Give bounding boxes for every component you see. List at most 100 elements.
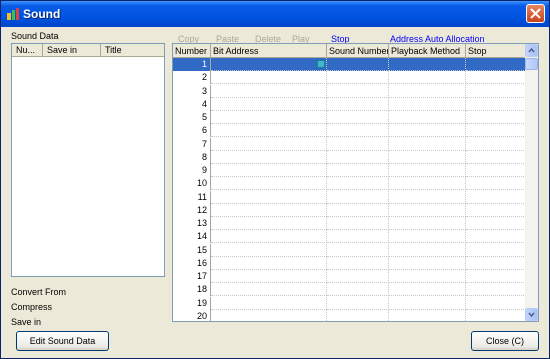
address-picker-icon[interactable] xyxy=(317,60,325,68)
sound-number-cell[interactable] xyxy=(327,309,389,321)
playback-method-cell[interactable] xyxy=(389,124,466,138)
grid-col-bit-address[interactable]: Bit Address xyxy=(211,44,327,58)
playback-method-cell[interactable] xyxy=(389,256,466,270)
sound-number-cell[interactable] xyxy=(327,256,389,270)
sound-number-cell[interactable] xyxy=(327,190,389,204)
table-row[interactable]: 19 xyxy=(173,296,525,310)
playback-method-cell[interactable] xyxy=(389,111,466,124)
stop-cell[interactable] xyxy=(466,138,525,151)
sound-number-cell[interactable] xyxy=(327,230,389,244)
table-row[interactable]: 20 xyxy=(173,309,525,321)
stop-cell[interactable] xyxy=(466,204,525,217)
grid-col-number[interactable]: Number xyxy=(173,44,211,58)
bit-address-cell[interactable] xyxy=(211,97,327,111)
bit-address-cell[interactable] xyxy=(211,243,327,257)
table-row[interactable]: 8 xyxy=(173,150,525,164)
playback-method-cell[interactable] xyxy=(389,283,466,297)
sound-number-cell[interactable] xyxy=(327,270,389,283)
table-row[interactable]: 16 xyxy=(173,256,525,270)
stop-cell[interactable] xyxy=(466,151,525,164)
sound-number-cell[interactable] xyxy=(327,84,389,98)
bit-address-cell[interactable] xyxy=(211,111,327,124)
playback-method-cell[interactable] xyxy=(389,230,466,244)
playback-method-cell[interactable] xyxy=(389,270,466,283)
stop-cell[interactable] xyxy=(466,58,525,71)
bit-address-cell[interactable] xyxy=(211,203,327,217)
table-row[interactable]: 18 xyxy=(173,283,525,297)
playback-method-cell[interactable] xyxy=(389,84,466,98)
stop-cell[interactable] xyxy=(466,124,525,138)
stop-cell[interactable] xyxy=(466,257,525,270)
sound-number-cell[interactable] xyxy=(327,164,389,177)
stop-cell[interactable] xyxy=(466,111,525,124)
table-row[interactable]: 2 xyxy=(173,71,525,85)
playback-method-cell[interactable] xyxy=(389,203,466,217)
table-row[interactable]: 17 xyxy=(173,270,525,283)
table-row[interactable]: 1 xyxy=(173,58,525,71)
table-row[interactable]: 15 xyxy=(173,243,525,257)
sound-number-cell[interactable] xyxy=(327,203,389,217)
bit-address-cell[interactable] xyxy=(211,177,327,191)
grid-col-sound-number[interactable]: Sound Number xyxy=(327,44,389,58)
table-row[interactable]: 9 xyxy=(173,164,525,177)
sound-number-cell[interactable] xyxy=(327,296,389,310)
grid-col-playback-method[interactable]: Playback Method xyxy=(389,44,466,58)
grid-col-stop[interactable]: Stop xyxy=(466,44,525,58)
sound-number-cell[interactable] xyxy=(327,243,389,257)
sound-data-list[interactable]: Nu... Save in Title xyxy=(11,43,165,277)
col-number-header[interactable]: Nu... xyxy=(12,44,43,57)
stop-cell[interactable] xyxy=(466,85,525,98)
col-save-in-header[interactable]: Save in xyxy=(43,44,101,57)
bit-address-cell[interactable] xyxy=(211,164,327,177)
bit-address-cell[interactable] xyxy=(211,309,327,321)
grid-vertical-scrollbar[interactable] xyxy=(525,43,539,322)
sound-number-cell[interactable] xyxy=(327,150,389,164)
table-row[interactable]: 10 xyxy=(173,177,525,191)
playback-method-cell[interactable] xyxy=(389,243,466,257)
table-row[interactable]: 3 xyxy=(173,84,525,98)
playback-method-cell[interactable] xyxy=(389,190,466,204)
bit-address-cell[interactable] xyxy=(211,124,327,138)
stop-cell[interactable] xyxy=(466,177,525,191)
bit-address-cell[interactable] xyxy=(211,230,327,244)
bit-address-cell[interactable] xyxy=(211,296,327,310)
playback-method-cell[interactable] xyxy=(389,71,466,85)
stop-cell[interactable] xyxy=(466,230,525,244)
sound-number-cell[interactable] xyxy=(327,177,389,191)
bit-address-cell[interactable] xyxy=(211,190,327,204)
table-row[interactable]: 13 xyxy=(173,217,525,230)
stop-cell[interactable] xyxy=(466,164,525,177)
stop-cell[interactable] xyxy=(466,71,525,85)
bit-address-cell[interactable] xyxy=(211,270,327,283)
stop-cell[interactable] xyxy=(466,191,525,204)
table-row[interactable]: 6 xyxy=(173,124,525,138)
sound-number-cell[interactable] xyxy=(327,137,389,151)
stop-cell[interactable] xyxy=(466,283,525,297)
table-row[interactable]: 4 xyxy=(173,97,525,111)
sound-number-cell[interactable] xyxy=(327,58,389,71)
stop-cell[interactable] xyxy=(466,270,525,283)
playback-method-cell[interactable] xyxy=(389,177,466,191)
title-bar[interactable]: Sound xyxy=(1,1,549,27)
sound-number-cell[interactable] xyxy=(327,111,389,124)
table-row[interactable]: 5 xyxy=(173,111,525,124)
playback-method-cell[interactable] xyxy=(389,137,466,151)
playback-method-cell[interactable] xyxy=(389,309,466,321)
bit-address-cell[interactable] xyxy=(211,84,327,98)
table-row[interactable]: 7 xyxy=(173,137,525,151)
bit-address-cell[interactable] xyxy=(211,150,327,164)
scroll-down-button[interactable] xyxy=(525,308,538,321)
stop-cell[interactable] xyxy=(466,217,525,230)
bit-address-cell[interactable] xyxy=(211,58,327,71)
bit-address-cell[interactable] xyxy=(211,137,327,151)
stop-cell[interactable] xyxy=(466,310,525,321)
sound-number-cell[interactable] xyxy=(327,283,389,297)
playback-method-cell[interactable] xyxy=(389,164,466,177)
bit-address-cell[interactable] xyxy=(211,256,327,270)
stop-cell[interactable] xyxy=(466,98,525,111)
table-row[interactable]: 12 xyxy=(173,203,525,217)
sound-grid[interactable]: Number Bit Address Sound Number Playback… xyxy=(172,43,525,322)
playback-method-cell[interactable] xyxy=(389,150,466,164)
close-button[interactable]: Close (C) xyxy=(471,331,539,351)
sound-number-cell[interactable] xyxy=(327,217,389,230)
